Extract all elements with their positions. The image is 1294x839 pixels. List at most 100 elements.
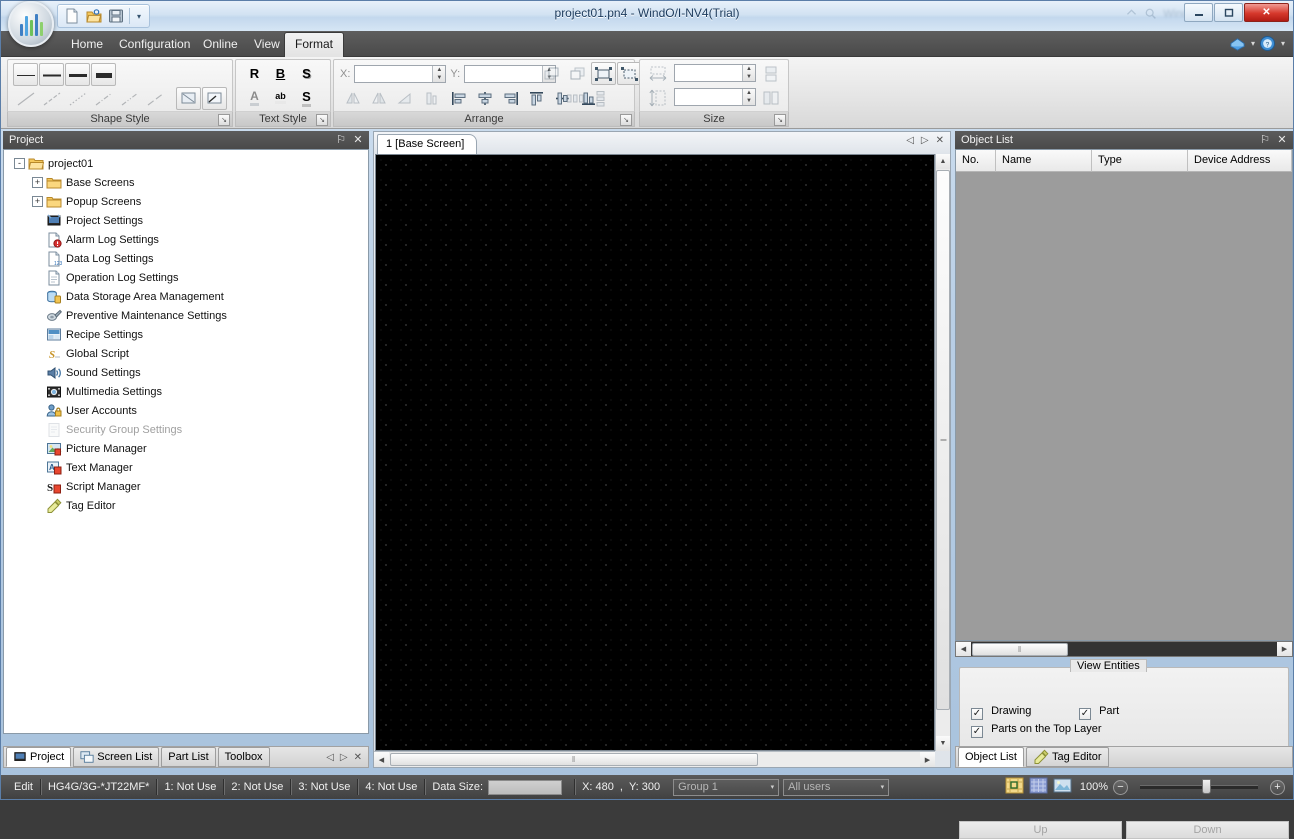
group-button[interactable] bbox=[591, 62, 616, 85]
object-list-grid[interactable]: No. Name Type Device Address bbox=[955, 149, 1293, 641]
show-grid-icon[interactable] bbox=[1029, 777, 1048, 797]
zoom-slider-thumb[interactable] bbox=[1202, 779, 1211, 794]
snap-to-grid-icon[interactable] bbox=[1005, 777, 1024, 797]
align-center-button[interactable] bbox=[472, 87, 497, 110]
object-list-scroll-left[interactable]: ◀ bbox=[956, 642, 971, 656]
flip-horizontal-button[interactable] bbox=[392, 87, 417, 110]
project-tab-close[interactable]: ✕ bbox=[354, 752, 362, 763]
user-select[interactable]: All users ▾ bbox=[783, 778, 890, 796]
tree-item-global-script[interactable]: S Global Script bbox=[10, 344, 368, 363]
text-bold-button[interactable]: B bbox=[268, 62, 293, 85]
match-width-button[interactable] bbox=[760, 63, 782, 85]
line-weight-2-button[interactable] bbox=[39, 63, 64, 86]
text-style-dialog-launcher[interactable]: ↘ bbox=[316, 114, 328, 126]
tree-expander-expand[interactable]: + bbox=[32, 177, 43, 188]
project-tab-next[interactable]: ▷ bbox=[340, 752, 348, 763]
zoom-slider[interactable] bbox=[1140, 779, 1258, 794]
project-tab-prev[interactable]: ◁ bbox=[326, 752, 334, 763]
canvas-scroll-up-button[interactable]: ▲ bbox=[936, 154, 950, 169]
column-header-device-address[interactable]: Device Address bbox=[1188, 150, 1292, 172]
checkbox-drawing[interactable]: ✓ Drawing bbox=[971, 705, 1031, 720]
close-button[interactable]: ✕ bbox=[1244, 3, 1289, 22]
checkbox-parts-top-layer[interactable]: ✓ Parts on the Top Layer bbox=[971, 723, 1102, 738]
quick-access-dropdown[interactable]: ▾ bbox=[132, 6, 146, 26]
preview-image-icon[interactable] bbox=[1053, 777, 1072, 797]
editor-tab-next[interactable]: ▷ bbox=[921, 135, 929, 146]
parts-top-layer-check-box[interactable]: ✓ bbox=[971, 725, 983, 738]
bring-forward-button[interactable] bbox=[539, 62, 564, 85]
canvas-vertical-scrollbar[interactable]: ▲ ‖ ▼ bbox=[935, 154, 950, 751]
text-shadow-button[interactable]: S bbox=[294, 62, 319, 85]
rotate-right-button[interactable] bbox=[366, 87, 391, 110]
align-top-button[interactable] bbox=[524, 87, 549, 110]
move-down-button[interactable]: Down bbox=[1126, 821, 1289, 839]
maximize-button[interactable] bbox=[1214, 3, 1243, 22]
project-panel-pin-button[interactable]: ⚐ bbox=[333, 131, 349, 149]
tree-item-popup-screens[interactable]: + Popup Screens bbox=[10, 192, 368, 211]
ribbon-tab-view[interactable]: View bbox=[244, 32, 290, 57]
x-position-spinner[interactable]: ▲ ▼ bbox=[354, 65, 447, 83]
width-input[interactable] bbox=[675, 65, 742, 81]
canvas-horizontal-thumb[interactable]: ‖ bbox=[390, 753, 758, 766]
canvas-scroll-down-button[interactable]: ▼ bbox=[936, 736, 950, 751]
width-spin-up[interactable]: ▲ bbox=[743, 65, 755, 73]
x-spin-down[interactable]: ▼ bbox=[433, 74, 445, 82]
tree-item-sound-settings[interactable]: Sound Settings bbox=[10, 363, 368, 382]
align-left-button[interactable] bbox=[446, 87, 471, 110]
tree-expander-expand[interactable]: + bbox=[32, 196, 43, 207]
distribute-vertical-button[interactable] bbox=[588, 87, 613, 110]
canvas-horizontal-scrollbar[interactable]: ◀ ‖ ▶ bbox=[374, 751, 935, 767]
help-dropdown-caret[interactable]: ▾ bbox=[1281, 39, 1285, 48]
canvas-scroll-right-button[interactable]: ▶ bbox=[920, 752, 935, 767]
zoom-in-button[interactable]: + bbox=[1270, 779, 1285, 795]
line-style-dashdotdot-button[interactable] bbox=[117, 87, 142, 110]
height-spinner[interactable]: ▲ ▼ bbox=[674, 88, 756, 106]
tree-item-data-log-settings[interactable]: 123 Data Log Settings bbox=[10, 249, 368, 268]
panel-tab-toolbox[interactable]: Toolbox bbox=[217, 747, 270, 767]
tree-expander-collapse[interactable]: - bbox=[14, 158, 25, 169]
line-style-solid-button[interactable] bbox=[13, 87, 38, 110]
minimize-button[interactable] bbox=[1184, 3, 1213, 22]
tree-item-text-manager[interactable]: A Text Manager bbox=[10, 458, 368, 477]
object-list-horizontal-scrollbar[interactable]: ◀ ‖ ▶ bbox=[955, 641, 1293, 657]
shape-style-button[interactable] bbox=[202, 87, 227, 110]
tree-item-project-settings[interactable]: Project Settings bbox=[10, 211, 368, 230]
ribbon-tab-online[interactable]: Online bbox=[193, 32, 248, 57]
column-header-type[interactable]: Type bbox=[1092, 150, 1188, 172]
drawing-check-box[interactable]: ✓ bbox=[971, 707, 983, 720]
tree-item-multimedia-settings[interactable]: Multimedia Settings bbox=[10, 382, 368, 401]
editor-tab-prev[interactable]: ◁ bbox=[906, 135, 914, 146]
screen-canvas[interactable] bbox=[375, 154, 935, 751]
help-icon[interactable]: ? bbox=[1259, 34, 1277, 52]
object-list-h-thumb[interactable]: ‖ bbox=[972, 642, 1068, 656]
line-color-button[interactable] bbox=[176, 87, 201, 110]
send-backward-button[interactable] bbox=[565, 62, 590, 85]
tree-item-security-group-settings[interactable]: Security Group Settings bbox=[10, 420, 368, 439]
line-weight-1-button[interactable] bbox=[13, 63, 38, 86]
manual-book-icon[interactable] bbox=[1229, 34, 1247, 52]
match-height-button[interactable] bbox=[760, 87, 782, 109]
tree-item-user-accounts[interactable]: User Accounts bbox=[10, 401, 368, 420]
save-disk-icon[interactable] bbox=[105, 6, 127, 26]
align-right-button[interactable] bbox=[498, 87, 523, 110]
width-spin-down[interactable]: ▼ bbox=[743, 73, 755, 81]
line-style-dashdot-button[interactable] bbox=[91, 87, 116, 110]
line-weight-3-button[interactable] bbox=[65, 63, 90, 86]
part-check-box[interactable]: ✓ bbox=[1079, 707, 1091, 720]
tree-item-project01[interactable]: - project01 bbox=[10, 154, 368, 173]
manual-dropdown-caret[interactable]: ▾ bbox=[1251, 39, 1255, 48]
panel-tab-part-list[interactable]: Part List bbox=[161, 747, 216, 767]
canvas-scroll-left-button[interactable]: ◀ bbox=[374, 752, 389, 767]
text-color-button[interactable]: A bbox=[242, 86, 267, 109]
new-document-icon[interactable] bbox=[61, 6, 83, 26]
object-list-pin-button[interactable]: ⚐ bbox=[1257, 131, 1273, 149]
rotate-left-button[interactable] bbox=[340, 87, 365, 110]
height-spin-up[interactable]: ▲ bbox=[743, 89, 755, 97]
height-spin-down[interactable]: ▼ bbox=[743, 97, 755, 105]
tree-item-picture-manager[interactable]: Picture Manager bbox=[10, 439, 368, 458]
ribbon-tab-configuration[interactable]: Configuration bbox=[109, 32, 200, 57]
tree-item-script-manager[interactable]: S Script Manager bbox=[10, 477, 368, 496]
tree-item-data-storage-area-management[interactable]: Data Storage Area Management bbox=[10, 287, 368, 306]
panel-tab-project[interactable]: Project bbox=[6, 747, 72, 767]
x-spin-up[interactable]: ▲ bbox=[433, 66, 445, 74]
